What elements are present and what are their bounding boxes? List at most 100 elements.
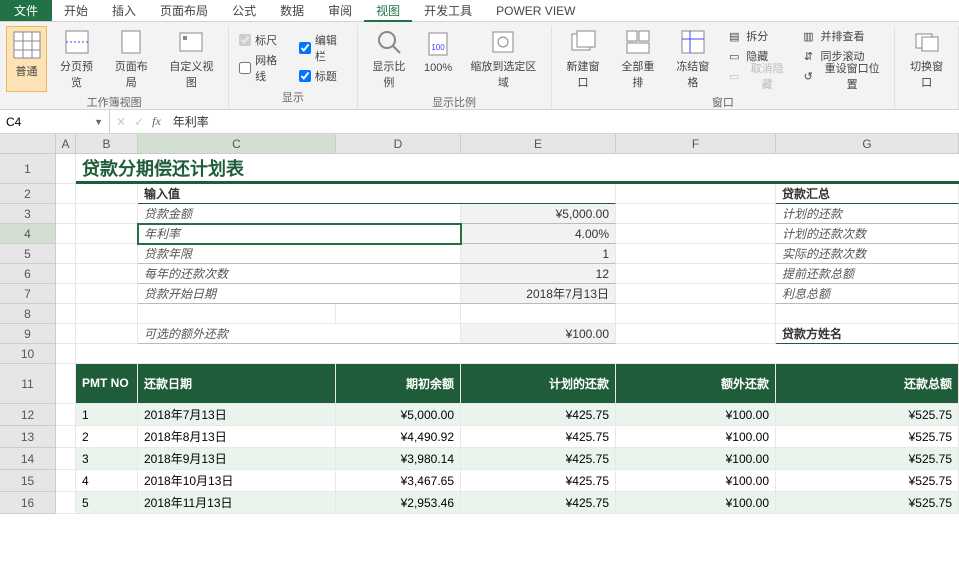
name-box[interactable]: C4▼	[0, 110, 110, 133]
cell[interactable]	[76, 284, 138, 304]
cell[interactable]	[616, 204, 776, 224]
th-balance[interactable]: 期初余额	[336, 364, 461, 404]
row-header-3[interactable]: 3	[0, 204, 56, 224]
cell[interactable]	[76, 244, 138, 264]
cell[interactable]	[76, 224, 138, 244]
td-pmt-no[interactable]: 5	[76, 492, 138, 514]
view-pagebreak-button[interactable]: 分页预览	[51, 26, 102, 92]
th-plan[interactable]: 计划的还款	[461, 364, 616, 404]
row-header-13[interactable]: 13	[0, 426, 56, 448]
chk-gridlines[interactable]: 网格线	[235, 50, 291, 86]
fx-icon[interactable]: fx	[152, 114, 161, 129]
summary-label[interactable]: 提前还款总额	[776, 264, 959, 284]
row-header-11[interactable]: 11	[0, 364, 56, 404]
row-header-7[interactable]: 7	[0, 284, 56, 304]
input-label[interactable]: 每年的还款次数	[138, 264, 461, 284]
cell[interactable]	[616, 184, 776, 204]
chevron-down-icon[interactable]: ▼	[94, 117, 103, 127]
zoom-button[interactable]: 显示比例	[364, 26, 415, 92]
cell[interactable]	[76, 324, 138, 344]
td-balance[interactable]: ¥2,953.46	[336, 492, 461, 514]
cell[interactable]	[56, 284, 76, 304]
cell[interactable]	[56, 244, 76, 264]
new-window-button[interactable]: 新建窗口	[558, 26, 609, 92]
row-header-5[interactable]: 5	[0, 244, 56, 264]
td-extra[interactable]: ¥100.00	[616, 448, 776, 470]
tab-view[interactable]: 视图	[364, 0, 412, 22]
td-date[interactable]: 2018年8月13日	[138, 426, 336, 448]
tab-page-layout[interactable]: 页面布局	[148, 0, 220, 21]
td-extra[interactable]: ¥100.00	[616, 404, 776, 426]
td-pmt-no[interactable]: 4	[76, 470, 138, 492]
freeze-panes-button[interactable]: 冻结窗格	[667, 26, 718, 92]
cell[interactable]	[616, 324, 776, 344]
split-button[interactable]: ▤拆分	[722, 26, 792, 46]
col-header-C[interactable]: C	[138, 134, 336, 154]
td-balance[interactable]: ¥3,980.14	[336, 448, 461, 470]
td-extra[interactable]: ¥100.00	[616, 470, 776, 492]
input-value[interactable]: 2018年7月13日	[461, 284, 616, 304]
tab-review[interactable]: 审阅	[316, 0, 364, 21]
tab-formulas[interactable]: 公式	[220, 0, 268, 21]
col-header-B[interactable]: B	[76, 134, 138, 154]
tab-developer[interactable]: 开发工具	[412, 0, 484, 21]
th-date[interactable]: 还款日期	[138, 364, 336, 404]
col-header-D[interactable]: D	[336, 134, 461, 154]
cell[interactable]	[616, 264, 776, 284]
col-header-G[interactable]: G	[776, 134, 959, 154]
td-date[interactable]: 2018年11月13日	[138, 492, 336, 514]
col-header-E[interactable]: E	[461, 134, 616, 154]
input-label[interactable]: 年利率	[138, 224, 461, 244]
cancel-icon[interactable]: ✕	[116, 115, 126, 129]
tab-home[interactable]: 开始	[52, 0, 100, 21]
td-plan[interactable]: ¥425.75	[461, 426, 616, 448]
th-extra[interactable]: 额外还款	[616, 364, 776, 404]
summary-label[interactable]: 利息总额	[776, 284, 959, 304]
row-header-4[interactable]: 4	[0, 224, 56, 244]
cell[interactable]	[56, 364, 76, 404]
unhide-button[interactable]: ▭取消隐藏	[722, 66, 792, 86]
zoom-selection-button[interactable]: 缩放到选定区域	[462, 26, 544, 92]
cell[interactable]	[56, 492, 76, 514]
cell[interactable]	[616, 224, 776, 244]
tab-data[interactable]: 数据	[268, 0, 316, 21]
row-header-2[interactable]: 2	[0, 184, 56, 204]
select-all-corner[interactable]	[0, 134, 56, 154]
cell[interactable]	[461, 304, 616, 324]
td-plan[interactable]: ¥425.75	[461, 492, 616, 514]
td-plan[interactable]: ¥425.75	[461, 404, 616, 426]
reset-pos-button[interactable]: ↺重设窗口位置	[796, 66, 888, 86]
optional-label[interactable]: 可选的额外还款	[138, 324, 461, 344]
td-balance[interactable]: ¥4,490.92	[336, 426, 461, 448]
input-label[interactable]: 贷款开始日期	[138, 284, 461, 304]
zoom-100-button[interactable]: 100 100%	[418, 26, 458, 92]
file-menu[interactable]: 文件	[0, 0, 52, 21]
cell[interactable]	[76, 304, 138, 324]
td-total[interactable]: ¥525.75	[776, 448, 959, 470]
tab-power-view[interactable]: POWER VIEW	[484, 0, 587, 21]
td-plan[interactable]: ¥425.75	[461, 448, 616, 470]
cell[interactable]	[56, 224, 76, 244]
td-total[interactable]: ¥525.75	[776, 426, 959, 448]
row-header-16[interactable]: 16	[0, 492, 56, 514]
td-pmt-no[interactable]: 2	[76, 426, 138, 448]
summary-label[interactable]: 计划的还款	[776, 204, 959, 224]
row-header-1[interactable]: 1	[0, 154, 56, 184]
input-label[interactable]: 贷款金额	[138, 204, 461, 224]
cell[interactable]	[616, 284, 776, 304]
row-header-10[interactable]: 10	[0, 344, 56, 364]
td-date[interactable]: 2018年9月13日	[138, 448, 336, 470]
cell[interactable]	[776, 304, 959, 324]
cell[interactable]	[56, 470, 76, 492]
cell[interactable]	[56, 184, 76, 204]
summary-label[interactable]: 实际的还款次数	[776, 244, 959, 264]
view-normal-button[interactable]: 普通	[6, 26, 47, 92]
th-pmt-no[interactable]: PMT NO	[76, 364, 138, 404]
tab-insert[interactable]: 插入	[100, 0, 148, 21]
summary-header[interactable]: 贷款汇总	[776, 184, 959, 204]
input-value[interactable]: 1	[461, 244, 616, 264]
td-total[interactable]: ¥525.75	[776, 492, 959, 514]
chk-ruler[interactable]: 标尺	[235, 30, 291, 50]
arrange-all-button[interactable]: 全部重排	[612, 26, 663, 92]
input-value[interactable]: 4.00%	[461, 224, 616, 244]
